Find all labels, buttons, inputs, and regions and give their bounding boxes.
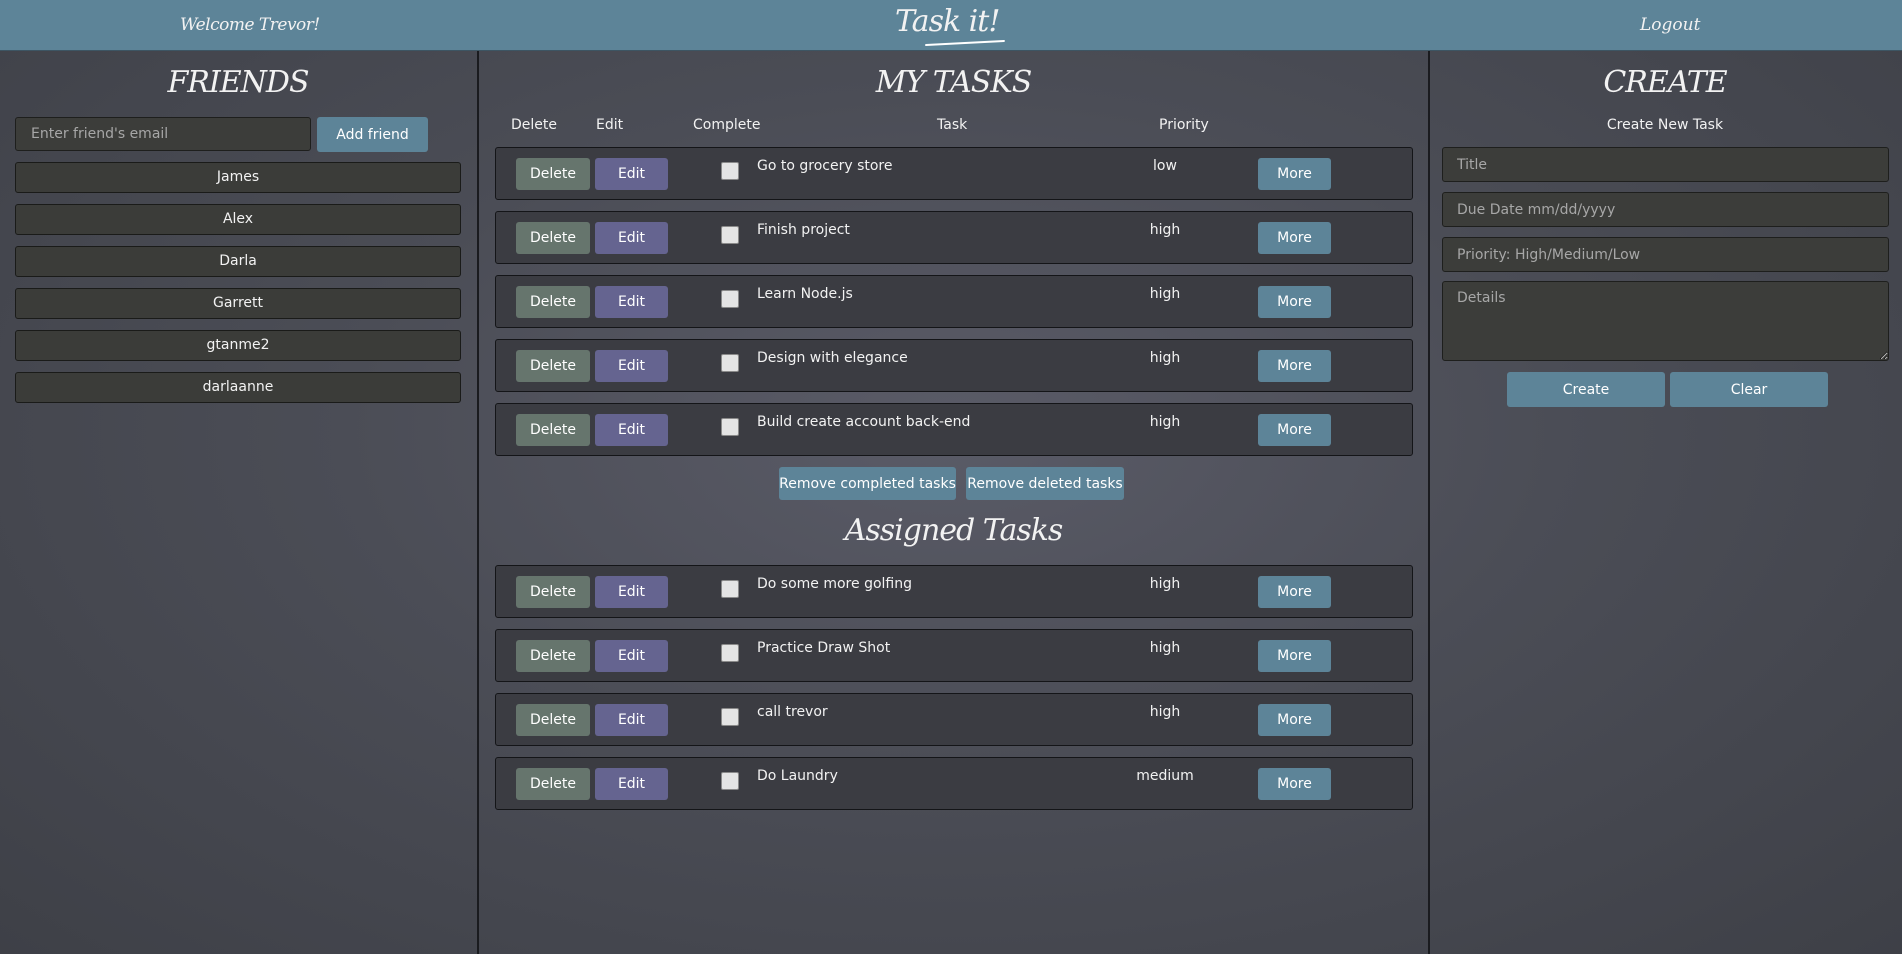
complete-checkbox[interactable]	[721, 354, 739, 372]
assigned-tasks-title: Assigned Tasks	[844, 513, 1064, 548]
more-button[interactable]: More	[1258, 286, 1331, 318]
friend-item[interactable]: Garrett	[15, 288, 461, 319]
edit-task-button[interactable]: Edit	[595, 640, 668, 672]
edit-task-button[interactable]: Edit	[595, 158, 668, 190]
create-panel: CREATE Create New Task Create Clear	[1428, 51, 1902, 954]
more-button[interactable]: More	[1258, 576, 1331, 608]
delete-task-button[interactable]: Delete	[516, 286, 590, 318]
complete-checkbox[interactable]	[721, 644, 739, 662]
task-name: call trevor	[757, 704, 828, 720]
friends-panel: FRIENDS Add friend James Alex Darla Garr…	[0, 51, 476, 954]
create-subtitle: Create New Task	[1606, 117, 1724, 133]
assigned-task-row: Delete Edit Do Laundry medium More	[495, 757, 1413, 810]
task-priority: low	[1153, 158, 1177, 174]
column-header-delete: Delete	[511, 117, 557, 133]
task-priority: medium	[1136, 768, 1194, 784]
task-title-input[interactable]	[1442, 147, 1889, 182]
friends-title: FRIENDS	[167, 65, 309, 100]
complete-checkbox[interactable]	[721, 708, 739, 726]
task-priority: high	[1149, 640, 1181, 656]
details-textarea[interactable]	[1442, 281, 1889, 361]
task-priority: high	[1149, 414, 1181, 430]
assigned-task-row: Delete Edit call trevor high More	[495, 693, 1413, 746]
column-header-complete: Complete	[693, 117, 761, 133]
more-button[interactable]: More	[1258, 222, 1331, 254]
tasks-panel: MY TASKS Delete Edit Complete Task Prior…	[477, 51, 1430, 954]
delete-task-button[interactable]: Delete	[516, 768, 590, 800]
friend-item[interactable]: darlaanne	[15, 372, 461, 403]
remove-completed-button[interactable]: Remove completed tasks	[779, 467, 956, 500]
top-bar: Welcome Trevor! Task it! Logout	[0, 0, 1902, 51]
task-priority: high	[1149, 222, 1181, 238]
edit-task-button[interactable]: Edit	[595, 414, 668, 446]
task-name: Go to grocery store	[757, 158, 893, 174]
edit-task-button[interactable]: Edit	[595, 350, 668, 382]
friend-item[interactable]: Alex	[15, 204, 461, 235]
my-tasks-title: MY TASKS	[875, 65, 1033, 100]
task-name: Do Laundry	[757, 768, 838, 784]
task-row: Delete Edit Go to grocery store low More	[495, 147, 1413, 200]
task-name: Finish project	[757, 222, 850, 238]
more-button[interactable]: More	[1258, 414, 1331, 446]
priority-input[interactable]	[1442, 237, 1889, 272]
welcome-message: Welcome Trevor!	[180, 15, 320, 35]
edit-task-button[interactable]: Edit	[595, 286, 668, 318]
logo-underline	[925, 39, 1005, 47]
add-friend-button[interactable]: Add friend	[317, 117, 428, 152]
column-header-priority: Priority	[1159, 117, 1209, 133]
task-row: Delete Edit Build create account back-en…	[495, 403, 1413, 456]
edit-task-button[interactable]: Edit	[595, 768, 668, 800]
more-button[interactable]: More	[1258, 704, 1331, 736]
delete-task-button[interactable]: Delete	[516, 350, 590, 382]
create-button[interactable]: Create	[1507, 372, 1665, 407]
task-priority: high	[1149, 286, 1181, 302]
task-priority: high	[1149, 576, 1181, 592]
complete-checkbox[interactable]	[721, 580, 739, 598]
delete-task-button[interactable]: Delete	[516, 576, 590, 608]
delete-task-button[interactable]: Delete	[516, 640, 590, 672]
assigned-task-row: Delete Edit Practice Draw Shot high More	[495, 629, 1413, 682]
assigned-task-row: Delete Edit Do some more golfing high Mo…	[495, 565, 1413, 618]
task-priority: high	[1149, 704, 1181, 720]
complete-checkbox[interactable]	[721, 290, 739, 308]
task-name: Build create account back-end	[757, 414, 971, 430]
delete-task-button[interactable]: Delete	[516, 704, 590, 736]
more-button[interactable]: More	[1258, 640, 1331, 672]
create-title: CREATE	[1603, 65, 1727, 100]
complete-checkbox[interactable]	[721, 418, 739, 436]
delete-task-button[interactable]: Delete	[516, 158, 590, 190]
more-button[interactable]: More	[1258, 158, 1331, 190]
remove-deleted-button[interactable]: Remove deleted tasks	[966, 467, 1124, 500]
friend-item[interactable]: Darla	[15, 246, 461, 277]
app-logo: Task it!	[895, 4, 1000, 39]
column-header-edit: Edit	[596, 117, 624, 133]
edit-task-button[interactable]: Edit	[595, 704, 668, 736]
complete-checkbox[interactable]	[721, 226, 739, 244]
delete-task-button[interactable]: Delete	[516, 414, 590, 446]
task-name: Practice Draw Shot	[757, 640, 891, 656]
delete-task-button[interactable]: Delete	[516, 222, 590, 254]
task-name: Do some more golfing	[757, 576, 912, 592]
friend-item[interactable]: James	[15, 162, 461, 193]
logout-link[interactable]: Logout	[1640, 15, 1700, 35]
friend-email-input[interactable]	[15, 117, 311, 151]
due-date-input[interactable]	[1442, 192, 1889, 227]
clear-button[interactable]: Clear	[1670, 372, 1828, 407]
task-priority: high	[1149, 350, 1181, 366]
edit-task-button[interactable]: Edit	[595, 222, 668, 254]
column-header-task: Task	[937, 117, 968, 133]
friend-item[interactable]: gtanme2	[15, 330, 461, 361]
edit-task-button[interactable]: Edit	[595, 576, 668, 608]
task-row: Delete Edit Learn Node.js high More	[495, 275, 1413, 328]
more-button[interactable]: More	[1258, 350, 1331, 382]
complete-checkbox[interactable]	[721, 772, 739, 790]
task-name: Design with elegance	[757, 350, 908, 366]
task-name: Learn Node.js	[757, 286, 853, 302]
more-button[interactable]: More	[1258, 768, 1331, 800]
complete-checkbox[interactable]	[721, 162, 739, 180]
task-row: Delete Edit Design with elegance high Mo…	[495, 339, 1413, 392]
task-row: Delete Edit Finish project high More	[495, 211, 1413, 264]
